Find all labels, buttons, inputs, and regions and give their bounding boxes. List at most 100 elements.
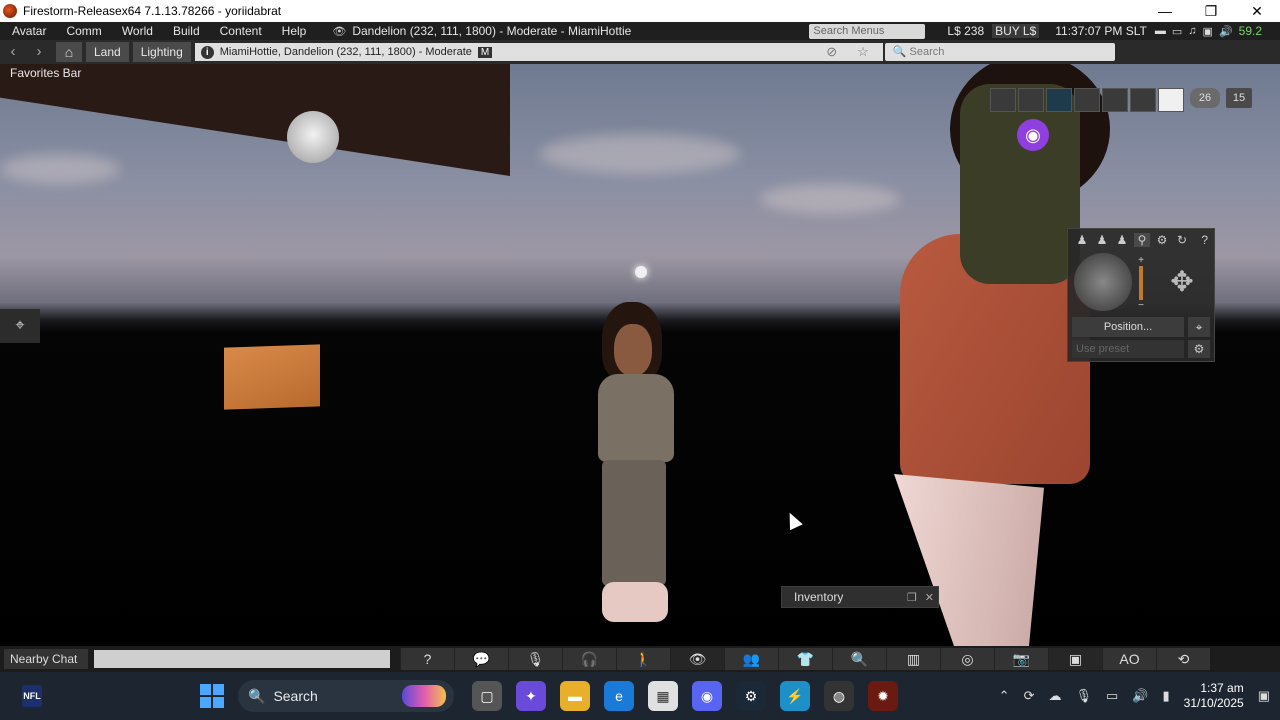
ao-button[interactable]: AO [1102,648,1156,670]
chat-history-icon[interactable]: ? [400,648,454,670]
menu-help[interactable]: Help [270,24,315,38]
lighting-button[interactable]: Lighting [132,42,191,62]
move-controls-icon[interactable]: ⟲ [1156,648,1210,670]
gear-icon[interactable]: ⚙ [1188,340,1210,358]
info-icon[interactable]: i [200,45,214,59]
mouselook-icon[interactable]: ⚙ [1154,233,1170,247]
hud-dots-icon[interactable] [1130,88,1156,112]
hud-action-icon[interactable] [1046,88,1072,112]
nearby-chat-button[interactable]: Nearby Chat [4,649,88,669]
map-pin-icon[interactable]: ⌖ [0,309,40,343]
hud-counter[interactable]: 26 [1190,88,1220,108]
notification-icon[interactable]: ▣ [1258,688,1270,704]
hud-gear-icon[interactable] [1074,88,1100,112]
object-view-icon[interactable]: ⚲ [1134,233,1150,247]
conversations-icon[interactable]: 💬 [454,648,508,670]
minimap-icon[interactable]: ◎ [940,648,994,670]
system-clock[interactable]: 1:37 am 31/10/2025 [1184,681,1244,711]
back-arrow-icon[interactable]: ‹ [0,42,26,62]
search-input[interactable]: 🔍 Search [884,43,1115,61]
people-icon[interactable]: 👥 [724,648,778,670]
task-view-icon[interactable]: ▢ [472,681,502,711]
search-menus-input[interactable]: Search Menus [809,23,926,39]
headset-icon[interactable]: 🎧 [562,648,616,670]
hud-avatar-icon[interactable] [990,88,1016,112]
help-icon[interactable]: ? [1201,233,1208,247]
microphone-icon[interactable]: 🎙 [508,648,562,670]
world-viewport[interactable]: Favorites Bar ⌖ 26 15 ◉ ♟ ♟ ♟ ⚲ ⚙ ↻ ? + … [0,64,1280,646]
appearance-icon[interactable]: 👕 [778,648,832,670]
forward-arrow-icon[interactable]: › [26,42,52,62]
copilot-icon[interactable]: ✦ [516,681,546,711]
lock-eye-icon[interactable]: ◉ [1017,119,1049,151]
microphone-icon[interactable]: 🎙 [1075,688,1092,704]
volume-icon[interactable]: 🔊 [1219,25,1233,38]
view-eye-icon[interactable]: 👁 [670,648,724,670]
edge-icon[interactable]: e [604,681,634,711]
stream-icon[interactable]: ▣ [1203,25,1213,38]
orbit-joystick[interactable] [1074,253,1132,311]
monitor-icon[interactable]: ▭ [1172,25,1182,38]
maximize-button[interactable]: ❐ [1188,3,1234,20]
side-view-icon[interactable]: ♟ [1094,233,1110,247]
widget-area[interactable]: NFL [0,672,64,720]
file-explorer-icon[interactable]: ▬ [560,681,590,711]
no-voice-icon[interactable]: ⊘ [826,44,837,60]
linden-balance[interactable]: L$ 238 [947,24,984,38]
rear-view-icon[interactable]: ♟ [1114,233,1130,247]
zoom-slider[interactable]: + − [1136,255,1146,311]
close-icon[interactable]: ✕ [925,591,934,604]
inventory-panel[interactable]: Inventory ❐ ✕ [781,586,939,608]
app-icon[interactable]: ⚡ [780,681,810,711]
menu-comm[interactable]: Comm [54,24,109,38]
location-pin-icon[interactable]: ⌖ [1188,317,1210,337]
sync-icon[interactable]: ⟳ [1024,688,1035,704]
undock-icon[interactable]: ❐ [907,591,917,604]
walk-icon[interactable]: 🚶 [616,648,670,670]
pan-arrows-icon[interactable]: ✥ [1154,253,1210,311]
reset-view-icon[interactable]: ↻ [1174,233,1190,247]
land-button[interactable]: Land [86,42,129,62]
hud-sparkle-icon[interactable] [1102,88,1128,112]
battery-icon[interactable]: ▮ [1162,688,1169,704]
home-icon[interactable]: ⌂ [56,42,82,62]
menu-avatar[interactable]: Avatar [0,24,54,38]
wooden-box-object[interactable] [224,344,320,410]
camera-preset-select[interactable]: Use preset [1072,340,1184,358]
nfl-widget-icon[interactable]: NFL [22,685,42,707]
discord-icon[interactable]: ◉ [692,681,722,711]
front-view-icon[interactable]: ♟ [1074,233,1090,247]
location-input[interactable]: i MiamiHottie, Dandelion (232, 111, 1800… [194,43,883,61]
hud-counter[interactable]: 15 [1226,88,1252,108]
menu-content[interactable]: Content [208,24,270,38]
steam-icon[interactable]: ⚙ [736,681,766,711]
hud-blank-icon[interactable] [1158,88,1184,112]
inventory-icon[interactable]: ▣ [1048,648,1102,670]
chat-input[interactable] [94,650,390,668]
snapshot-icon[interactable]: 📷 [994,648,1048,670]
media-icon[interactable]: ▬ [1155,25,1166,38]
close-button[interactable]: ✕ [1234,3,1280,20]
minimize-button[interactable]: — [1142,3,1188,19]
position-button[interactable]: Position... [1072,317,1184,337]
store-icon[interactable]: ▦ [648,681,678,711]
child-avatar[interactable] [590,302,682,624]
menu-build[interactable]: Build [161,24,208,38]
volume-icon[interactable]: 🔊 [1132,688,1148,704]
chevron-up-icon[interactable]: ⌃ [999,688,1010,704]
music-icon[interactable]: ♫ [1188,25,1196,38]
windows-start-icon[interactable] [200,684,224,708]
cloud-icon[interactable]: ☁ [1048,688,1061,704]
map-icon[interactable]: ▥ [886,648,940,670]
menu-world[interactable]: World [110,24,161,38]
favorite-star-icon[interactable]: ☆ [857,44,869,60]
taskbar-search[interactable]: 🔍 Search [238,680,454,712]
region-location[interactable]: 👁 Dandelion (232, 111, 1800) - Moderate … [332,24,631,38]
display-icon[interactable]: ▭ [1106,688,1118,704]
avatar-head-object[interactable] [287,111,339,163]
buy-currency-button[interactable]: BUY L$ [992,24,1040,38]
hud-picture-icon[interactable] [1018,88,1044,112]
firestorm-taskbar-icon[interactable]: ✹ [868,681,898,711]
search-icon[interactable]: 🔍 [832,648,886,670]
obs-icon[interactable]: ◍ [824,681,854,711]
